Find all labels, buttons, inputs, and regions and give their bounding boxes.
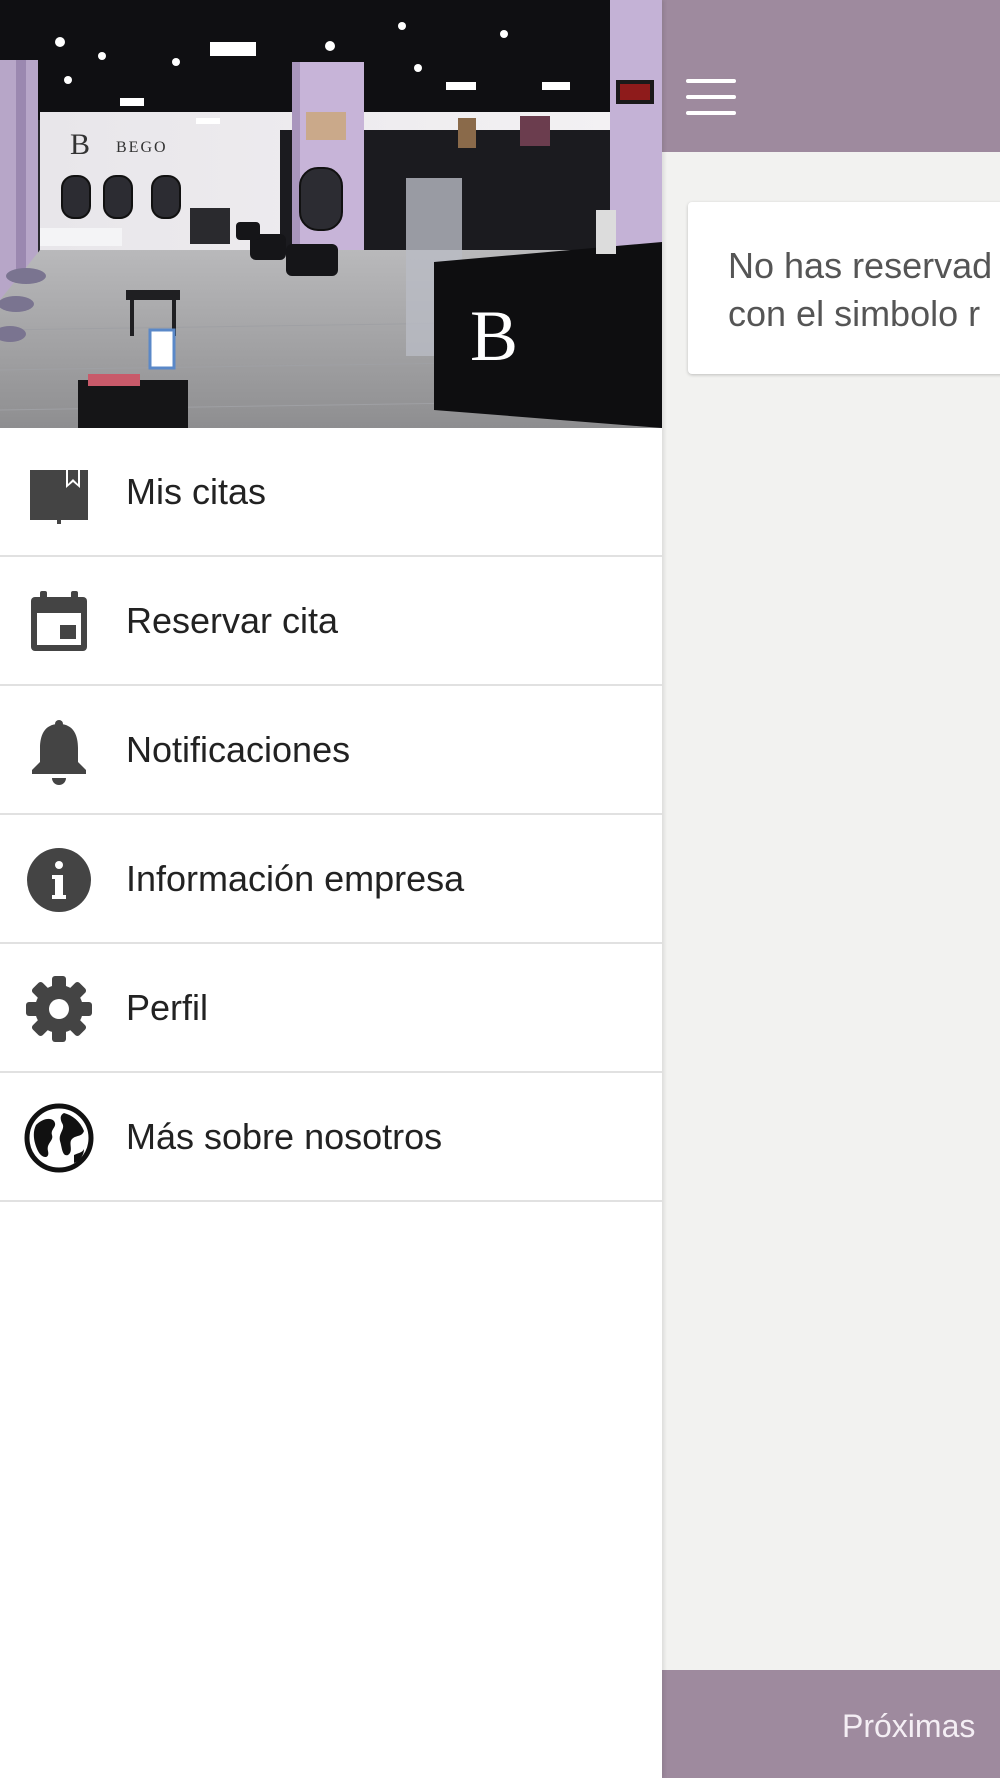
empty-state-card: No has reservad con el simbolo r bbox=[688, 202, 1000, 374]
globe-icon bbox=[24, 1103, 94, 1173]
sidebar-item-label: Notificaciones bbox=[126, 729, 351, 770]
sidebar-item-label: Reservar cita bbox=[126, 600, 339, 641]
sidebar-item-notificaciones[interactable]: Notificaciones bbox=[0, 686, 662, 815]
calendar-icon bbox=[24, 587, 94, 657]
drawer-header-image: B BEGO B bbox=[0, 0, 662, 428]
svg-text:B: B bbox=[470, 296, 518, 376]
gear-icon bbox=[24, 974, 94, 1044]
sidebar-item-label: Mis citas bbox=[126, 471, 267, 512]
drawer-menu: Mis citas Reservar cita Notificaciones I… bbox=[0, 428, 662, 1202]
sidebar-item-label: Perfil bbox=[126, 987, 209, 1028]
svg-text:BEGO: BEGO bbox=[116, 139, 168, 156]
tab-proximas[interactable]: Próximas bbox=[842, 1708, 975, 1745]
svg-text:B: B bbox=[70, 128, 90, 161]
sidebar-item-label: Información empresa bbox=[126, 858, 465, 899]
sidebar-item-perfil[interactable]: Perfil bbox=[0, 944, 662, 1073]
sidebar-item-mas-sobre-nosotros[interactable]: Más sobre nosotros bbox=[0, 1073, 662, 1202]
sidebar-item-label: Más sobre nosotros bbox=[126, 1116, 443, 1157]
bell-icon bbox=[24, 716, 94, 786]
navigation-drawer: B BEGO B Mis citas Reservar cita Notific… bbox=[0, 0, 662, 1778]
empty-state-message: No has reservad con el simbolo r bbox=[728, 245, 993, 334]
salon-interior-photo: B BEGO B bbox=[0, 0, 662, 428]
sidebar-item-informacion-empresa[interactable]: Información empresa bbox=[0, 815, 662, 944]
info-icon bbox=[24, 845, 94, 915]
sidebar-item-mis-citas[interactable]: Mis citas bbox=[0, 428, 662, 557]
book-icon bbox=[24, 458, 94, 528]
sidebar-item-reservar-cita[interactable]: Reservar cita bbox=[0, 557, 662, 686]
menu-icon[interactable] bbox=[682, 74, 740, 124]
